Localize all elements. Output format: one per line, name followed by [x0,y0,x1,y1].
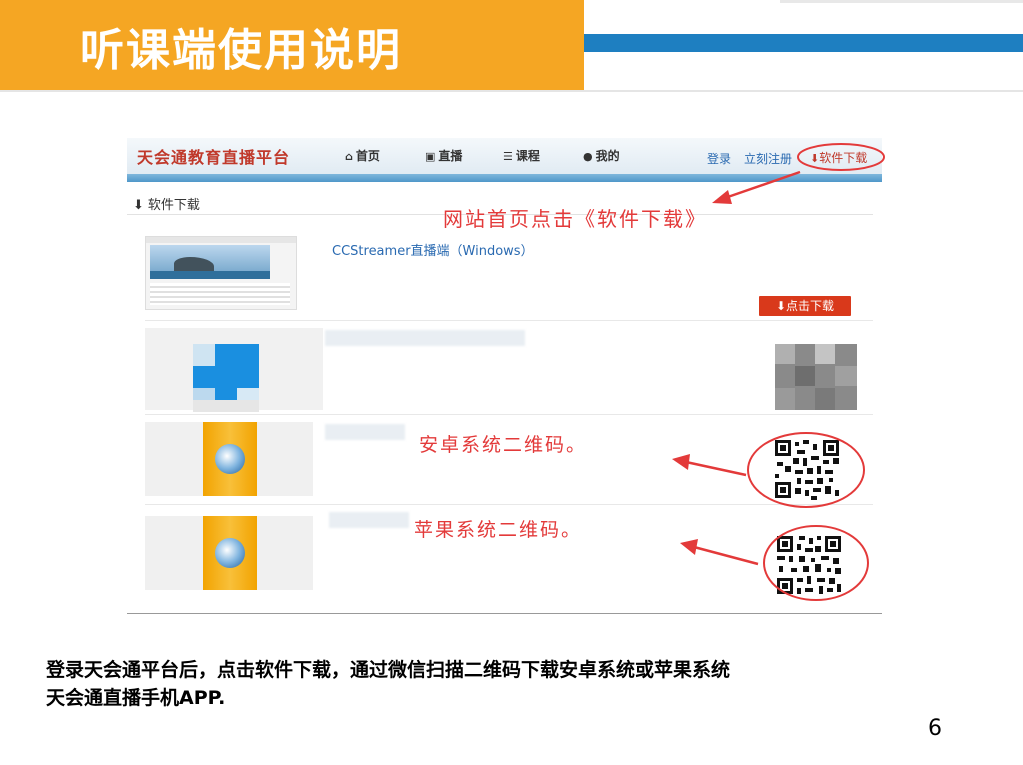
arrow-to-ios-qr [680,539,759,566]
android-qr-circle [747,432,865,508]
arrow-to-download-link [712,170,801,204]
arrow-to-android-qr [672,454,747,477]
android-qr-label: 安卓系统二维码。 [419,434,588,456]
ios-qr-circle [763,525,869,601]
slide-caption: 登录天会通平台后，点击软件下载，通过微信扫描二维码下载安卓系统或苹果系统 天会通… [46,656,986,712]
homepage-hint: 网站首页点击《软件下载》 [443,207,707,231]
ios-qr-label: 苹果系统二维码。 [414,519,583,541]
download-link-circle [797,143,885,171]
annotation-layer [672,143,885,601]
caption-line-2: 天会通直播手机APP. [46,687,226,709]
page-number: 6 [928,716,942,741]
caption-line-1: 登录天会通平台后，点击软件下载，通过微信扫描二维码下载安卓系统或苹果系统 [46,659,731,681]
